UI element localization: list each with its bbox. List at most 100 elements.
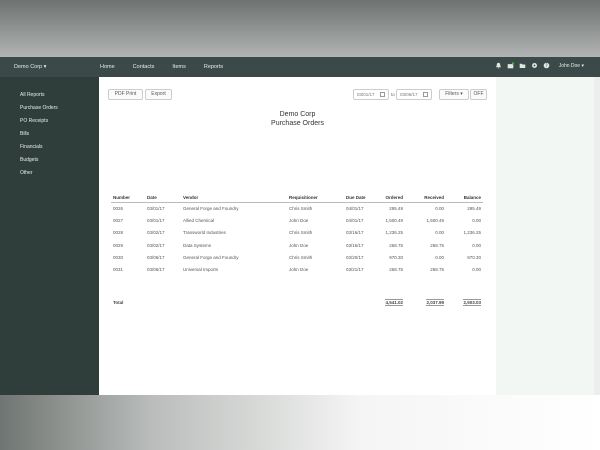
cell-requisitioner: Chris Smith — [289, 205, 313, 211]
report-company: Demo Corp — [279, 111, 316, 118]
user-menu[interactable]: John Doe ▾ — [559, 63, 584, 69]
filters-button[interactable]: Filters ▾ — [439, 89, 469, 100]
help-icon[interactable]: ? — [543, 62, 550, 69]
sidebar-item-all-reports[interactable]: All Reports — [0, 89, 99, 102]
cell-due-date: 03/16/17 — [346, 230, 364, 236]
nav-items[interactable]: Items — [172, 64, 185, 70]
nav-contacts[interactable]: Contacts — [133, 64, 155, 70]
scrollbar[interactable] — [594, 77, 600, 395]
background-fade — [0, 395, 600, 450]
inbox-icon[interactable] — [507, 62, 514, 69]
cell-requisitioner: Chris Smith — [289, 230, 313, 236]
calendar-icon[interactable] — [380, 92, 385, 97]
date-from-value: 03/01/17 — [357, 92, 375, 97]
table-row[interactable]: 0030 03/06/17 General Forge and Foundry … — [111, 251, 483, 263]
cell-balance: 0.00 — [472, 242, 481, 248]
total-balance: 2,503.03 — [446, 276, 483, 306]
bell-icon[interactable] — [495, 62, 502, 69]
total-received-value: 2,037.99 — [426, 298, 444, 306]
cell-received: 0.00 — [435, 254, 444, 260]
total-balance-value: 2,503.03 — [463, 298, 481, 306]
company-menu[interactable]: Demo Corp ▾ — [14, 64, 46, 70]
date-to-field[interactable]: 03/06/17 — [396, 89, 432, 100]
cell-date: 03/02/17 — [147, 242, 165, 248]
cell-vendor: Universal Imports — [183, 267, 219, 273]
report-content: PDF Print Export 03/01/17 to 03/06/17 Fi… — [99, 77, 496, 395]
cell-due-date: 03/16/17 — [346, 242, 364, 248]
cell-date: 03/06/17 — [147, 267, 165, 273]
cell-date: 03/06/17 — [147, 254, 165, 260]
cell-number: 0031 — [113, 267, 124, 273]
cell-ordered: 1,236.25 — [385, 230, 403, 236]
purchase-orders-table: Number Date Vendor Requisitioner Due Dat… — [111, 193, 483, 306]
cell-balance: 0.00 — [472, 217, 481, 223]
table-row[interactable]: 0026 03/01/17 General Forge and Foundry … — [111, 202, 483, 214]
cell-vendor: General Forge and Foundry — [183, 205, 239, 211]
calendar-icon[interactable] — [423, 92, 428, 97]
sidebar-item-po-receipts[interactable]: PO Receipts — [0, 115, 99, 128]
col-number: Number — [111, 193, 145, 203]
sidebar-item-financials[interactable]: Financials — [0, 141, 99, 154]
cell-ordered: 970.30 — [389, 254, 403, 260]
total-label: Total — [113, 299, 124, 305]
table-row[interactable]: 0028 03/02/17 Transworld Industries Chri… — [111, 227, 483, 239]
cell-vendor: Allied Chemical — [183, 217, 215, 223]
cell-vendor: Transworld Industries — [183, 230, 226, 236]
cell-number: 0026 — [113, 205, 124, 211]
cell-vendor: Data Systems — [183, 242, 212, 248]
export-button[interactable]: Export — [145, 89, 172, 100]
cell-date: 03/02/17 — [147, 230, 165, 236]
cell-received: 268.75 — [430, 267, 444, 273]
cell-date: 03/01/17 — [147, 205, 165, 211]
pdf-print-button[interactable]: PDF Print — [108, 89, 143, 100]
sidebar-item-bills[interactable]: Bills — [0, 128, 99, 141]
cell-due-date: 04/01/17 — [346, 217, 364, 223]
cell-date: 03/01/17 — [147, 217, 165, 223]
cell-balance: 295.49 — [467, 205, 481, 211]
cell-ordered: 268.75 — [389, 267, 403, 273]
cell-ordered: 268.75 — [389, 242, 403, 248]
cell-received: 1,500.49 — [426, 217, 444, 223]
col-received: Received — [405, 193, 446, 203]
total-row: Total 4,541.02 2,037.99 2,503.03 — [111, 276, 483, 306]
col-due-date: Due Date — [344, 193, 371, 203]
folder-icon[interactable] — [519, 62, 526, 69]
report-title: Purchase Orders — [271, 120, 324, 127]
cell-requisitioner: John Doe — [289, 242, 309, 248]
table-row[interactable]: 0027 03/01/17 Allied Chemical John Doe 0… — [111, 214, 483, 226]
sidebar: All Reports Purchase Orders PO Receipts … — [0, 77, 99, 395]
sidebar-item-other[interactable]: Other — [0, 167, 99, 180]
cell-received: 0.00 — [435, 205, 444, 211]
total-received: 2,037.99 — [405, 276, 446, 306]
table-row[interactable]: 0031 03/06/17 Universal Imports John Doe… — [111, 263, 483, 275]
sidebar-item-purchase-orders[interactable]: Purchase Orders — [0, 102, 99, 115]
nav-reports[interactable]: Reports — [204, 64, 223, 70]
cell-ordered: 295.49 — [389, 205, 403, 211]
to-label: to — [391, 92, 395, 97]
cell-number: 0030 — [113, 254, 124, 260]
col-vendor: Vendor — [181, 193, 287, 203]
table-row[interactable]: 0029 03/02/17 Data Systems John Doe 03/1… — [111, 239, 483, 251]
off-toggle[interactable]: OFF — [470, 89, 487, 100]
date-to-value: 03/06/17 — [400, 92, 418, 97]
cell-balance: 1,236.25 — [463, 230, 481, 236]
main-nav: Home Contacts Items Reports — [100, 64, 241, 70]
cell-number: 0028 — [113, 230, 124, 236]
col-requisitioner: Requisitioner — [287, 193, 344, 203]
date-from-field[interactable]: 03/01/17 — [353, 89, 389, 100]
total-ordered-value: 4,541.02 — [385, 298, 403, 306]
cell-due-date: 04/01/17 — [346, 205, 364, 211]
table-header-row: Number Date Vendor Requisitioner Due Dat… — [111, 193, 483, 203]
cell-received: 268.75 — [430, 242, 444, 248]
svg-text:?: ? — [545, 63, 547, 68]
sidebar-item-budgets[interactable]: Budgets — [0, 154, 99, 167]
cell-balance: 0.00 — [472, 267, 481, 273]
nav-home[interactable]: Home — [100, 64, 115, 70]
cell-number: 0029 — [113, 242, 124, 248]
cell-balance: 970.30 — [467, 254, 481, 260]
cell-requisitioner: John Doe — [289, 267, 309, 273]
gear-icon[interactable] — [531, 62, 538, 69]
cell-received: 0.00 — [435, 230, 444, 236]
cell-due-date: 03/20/17 — [346, 254, 364, 260]
header-icons: ? John Doe ▾ — [495, 62, 584, 69]
